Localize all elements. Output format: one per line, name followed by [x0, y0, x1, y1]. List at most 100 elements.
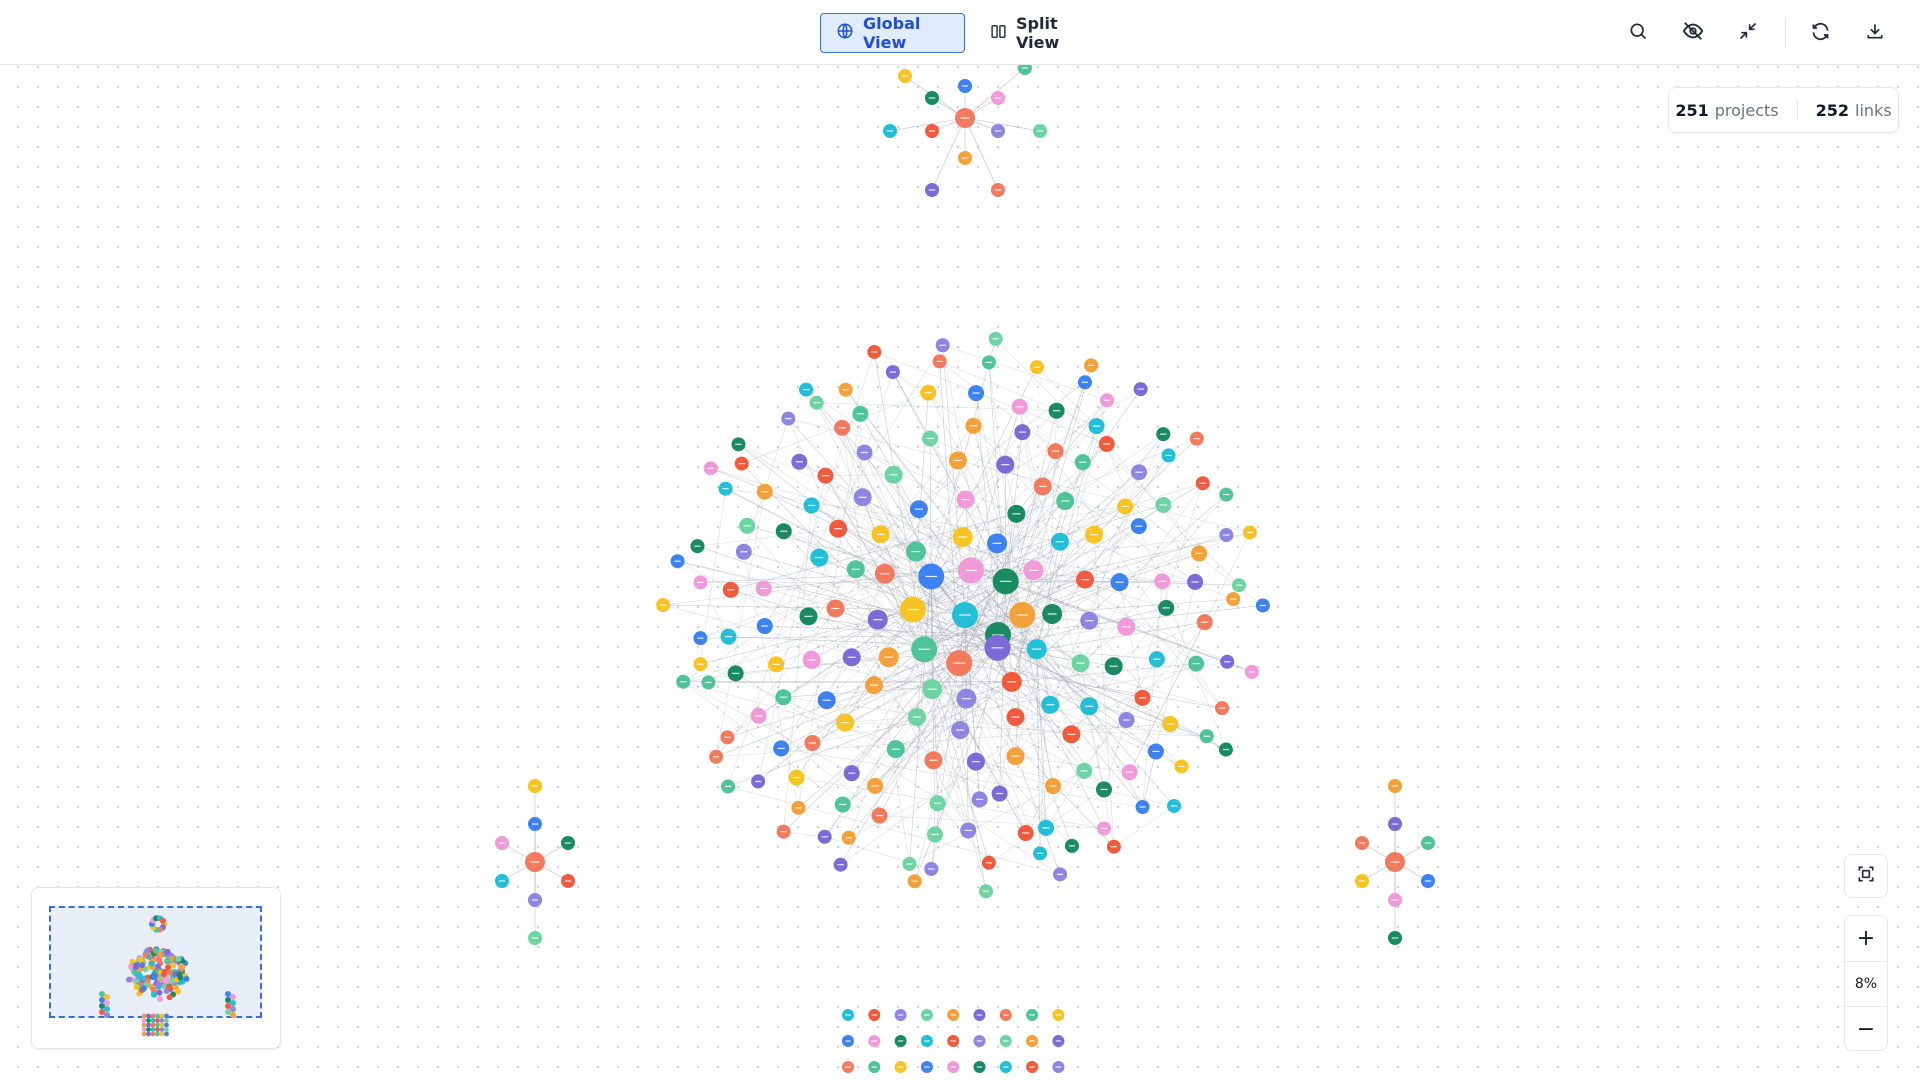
project-node[interactable]: [1074, 454, 1091, 471]
project-node[interactable]: [826, 599, 845, 618]
fit-view-button[interactable]: [1844, 854, 1888, 898]
project-node[interactable]: [773, 740, 790, 757]
project-node[interactable]: [918, 563, 945, 590]
project-node[interactable]: [925, 124, 939, 138]
project-node[interactable]: [1135, 799, 1150, 814]
project-node[interactable]: [1388, 931, 1402, 945]
minimap[interactable]: [31, 887, 281, 1049]
project-node[interactable]: [965, 417, 982, 434]
project-node[interactable]: [776, 824, 791, 839]
download-button[interactable]: [1860, 18, 1890, 48]
project-node[interactable]: [1355, 836, 1369, 850]
project-node[interactable]: [1098, 435, 1115, 452]
project-node[interactable]: [1131, 464, 1148, 481]
project-node[interactable]: [899, 596, 926, 623]
project-node[interactable]: [1385, 852, 1405, 872]
project-node[interactable]: [720, 730, 735, 745]
project-node[interactable]: [768, 656, 785, 673]
project-node[interactable]: [1110, 573, 1129, 592]
project-node[interactable]: [1085, 525, 1104, 544]
project-node[interactable]: [528, 817, 542, 831]
project-node[interactable]: [1038, 819, 1055, 836]
project-node[interactable]: [1167, 798, 1182, 813]
project-node[interactable]: [731, 437, 746, 452]
refresh-button[interactable]: [1805, 18, 1835, 48]
project-node[interactable]: [842, 648, 861, 667]
project-node[interactable]: [721, 779, 736, 794]
project-node[interactable]: [1053, 867, 1068, 882]
project-node[interactable]: [1047, 443, 1064, 460]
project-node[interactable]: [991, 124, 1005, 138]
project-node[interactable]: [984, 634, 1011, 661]
project-node[interactable]: [1009, 602, 1036, 629]
project-node[interactable]: [1062, 725, 1081, 744]
project-node[interactable]: [718, 481, 733, 496]
project-node[interactable]: [1121, 764, 1138, 781]
project-node[interactable]: [722, 581, 739, 598]
project-node[interactable]: [958, 79, 972, 93]
project-node[interactable]: [693, 657, 708, 672]
project-node[interactable]: [907, 874, 922, 889]
project-node[interactable]: [781, 411, 796, 426]
project-node[interactable]: [1130, 518, 1147, 535]
project-node[interactable]: [841, 830, 856, 845]
project-node[interactable]: [1080, 611, 1099, 630]
project-node[interactable]: [1199, 729, 1214, 744]
project-node[interactable]: [1077, 375, 1092, 390]
project-node[interactable]: [947, 1061, 960, 1073]
project-node[interactable]: [791, 800, 806, 815]
project-node[interactable]: [843, 765, 860, 782]
project-node[interactable]: [909, 500, 928, 519]
project-node[interactable]: [920, 1009, 933, 1021]
project-node[interactable]: [561, 874, 575, 888]
project-node[interactable]: [791, 453, 808, 470]
project-node[interactable]: [878, 647, 899, 668]
project-node[interactable]: [690, 539, 705, 554]
project-node[interactable]: [966, 752, 985, 771]
project-node[interactable]: [926, 826, 943, 843]
project-node[interactable]: [971, 791, 988, 808]
project-node[interactable]: [1154, 573, 1171, 590]
project-node[interactable]: [1162, 715, 1179, 732]
project-node[interactable]: [883, 124, 897, 138]
project-node[interactable]: [884, 465, 903, 484]
project-node[interactable]: [1014, 424, 1031, 441]
project-node[interactable]: [868, 1035, 881, 1047]
project-node[interactable]: [788, 769, 805, 786]
project-node[interactable]: [1050, 532, 1069, 551]
project-node[interactable]: [885, 365, 900, 380]
project-node[interactable]: [1388, 779, 1402, 793]
project-node[interactable]: [842, 1035, 854, 1047]
project-node[interactable]: [1187, 573, 1204, 590]
project-node[interactable]: [1001, 671, 1022, 692]
project-node[interactable]: [817, 829, 832, 844]
project-node[interactable]: [960, 822, 977, 839]
project-node[interactable]: [1155, 496, 1172, 513]
project-node[interactable]: [947, 1009, 960, 1021]
project-node[interactable]: [834, 796, 851, 813]
project-node[interactable]: [1006, 708, 1025, 727]
project-node[interactable]: [922, 430, 939, 447]
project-node[interactable]: [1096, 821, 1111, 836]
project-node[interactable]: [1052, 1035, 1065, 1047]
project-node[interactable]: [973, 1035, 986, 1047]
project-node[interactable]: [922, 679, 943, 700]
project-node[interactable]: [756, 483, 773, 500]
project-node[interactable]: [1218, 742, 1233, 757]
project-node[interactable]: [1231, 578, 1246, 593]
project-node[interactable]: [911, 636, 938, 663]
project-node[interactable]: [528, 931, 542, 945]
project-node[interactable]: [829, 519, 848, 538]
project-node[interactable]: [955, 108, 975, 128]
project-node[interactable]: [836, 713, 855, 732]
project-node[interactable]: [1255, 598, 1270, 613]
project-node[interactable]: [1219, 487, 1234, 502]
project-node[interactable]: [947, 1035, 960, 1047]
project-node[interactable]: [868, 1061, 881, 1073]
project-node[interactable]: [1148, 651, 1165, 668]
project-node[interactable]: [999, 1009, 1012, 1021]
project-node[interactable]: [852, 405, 869, 422]
project-node[interactable]: [999, 1061, 1012, 1073]
project-node[interactable]: [946, 650, 973, 677]
project-node[interactable]: [932, 354, 947, 369]
